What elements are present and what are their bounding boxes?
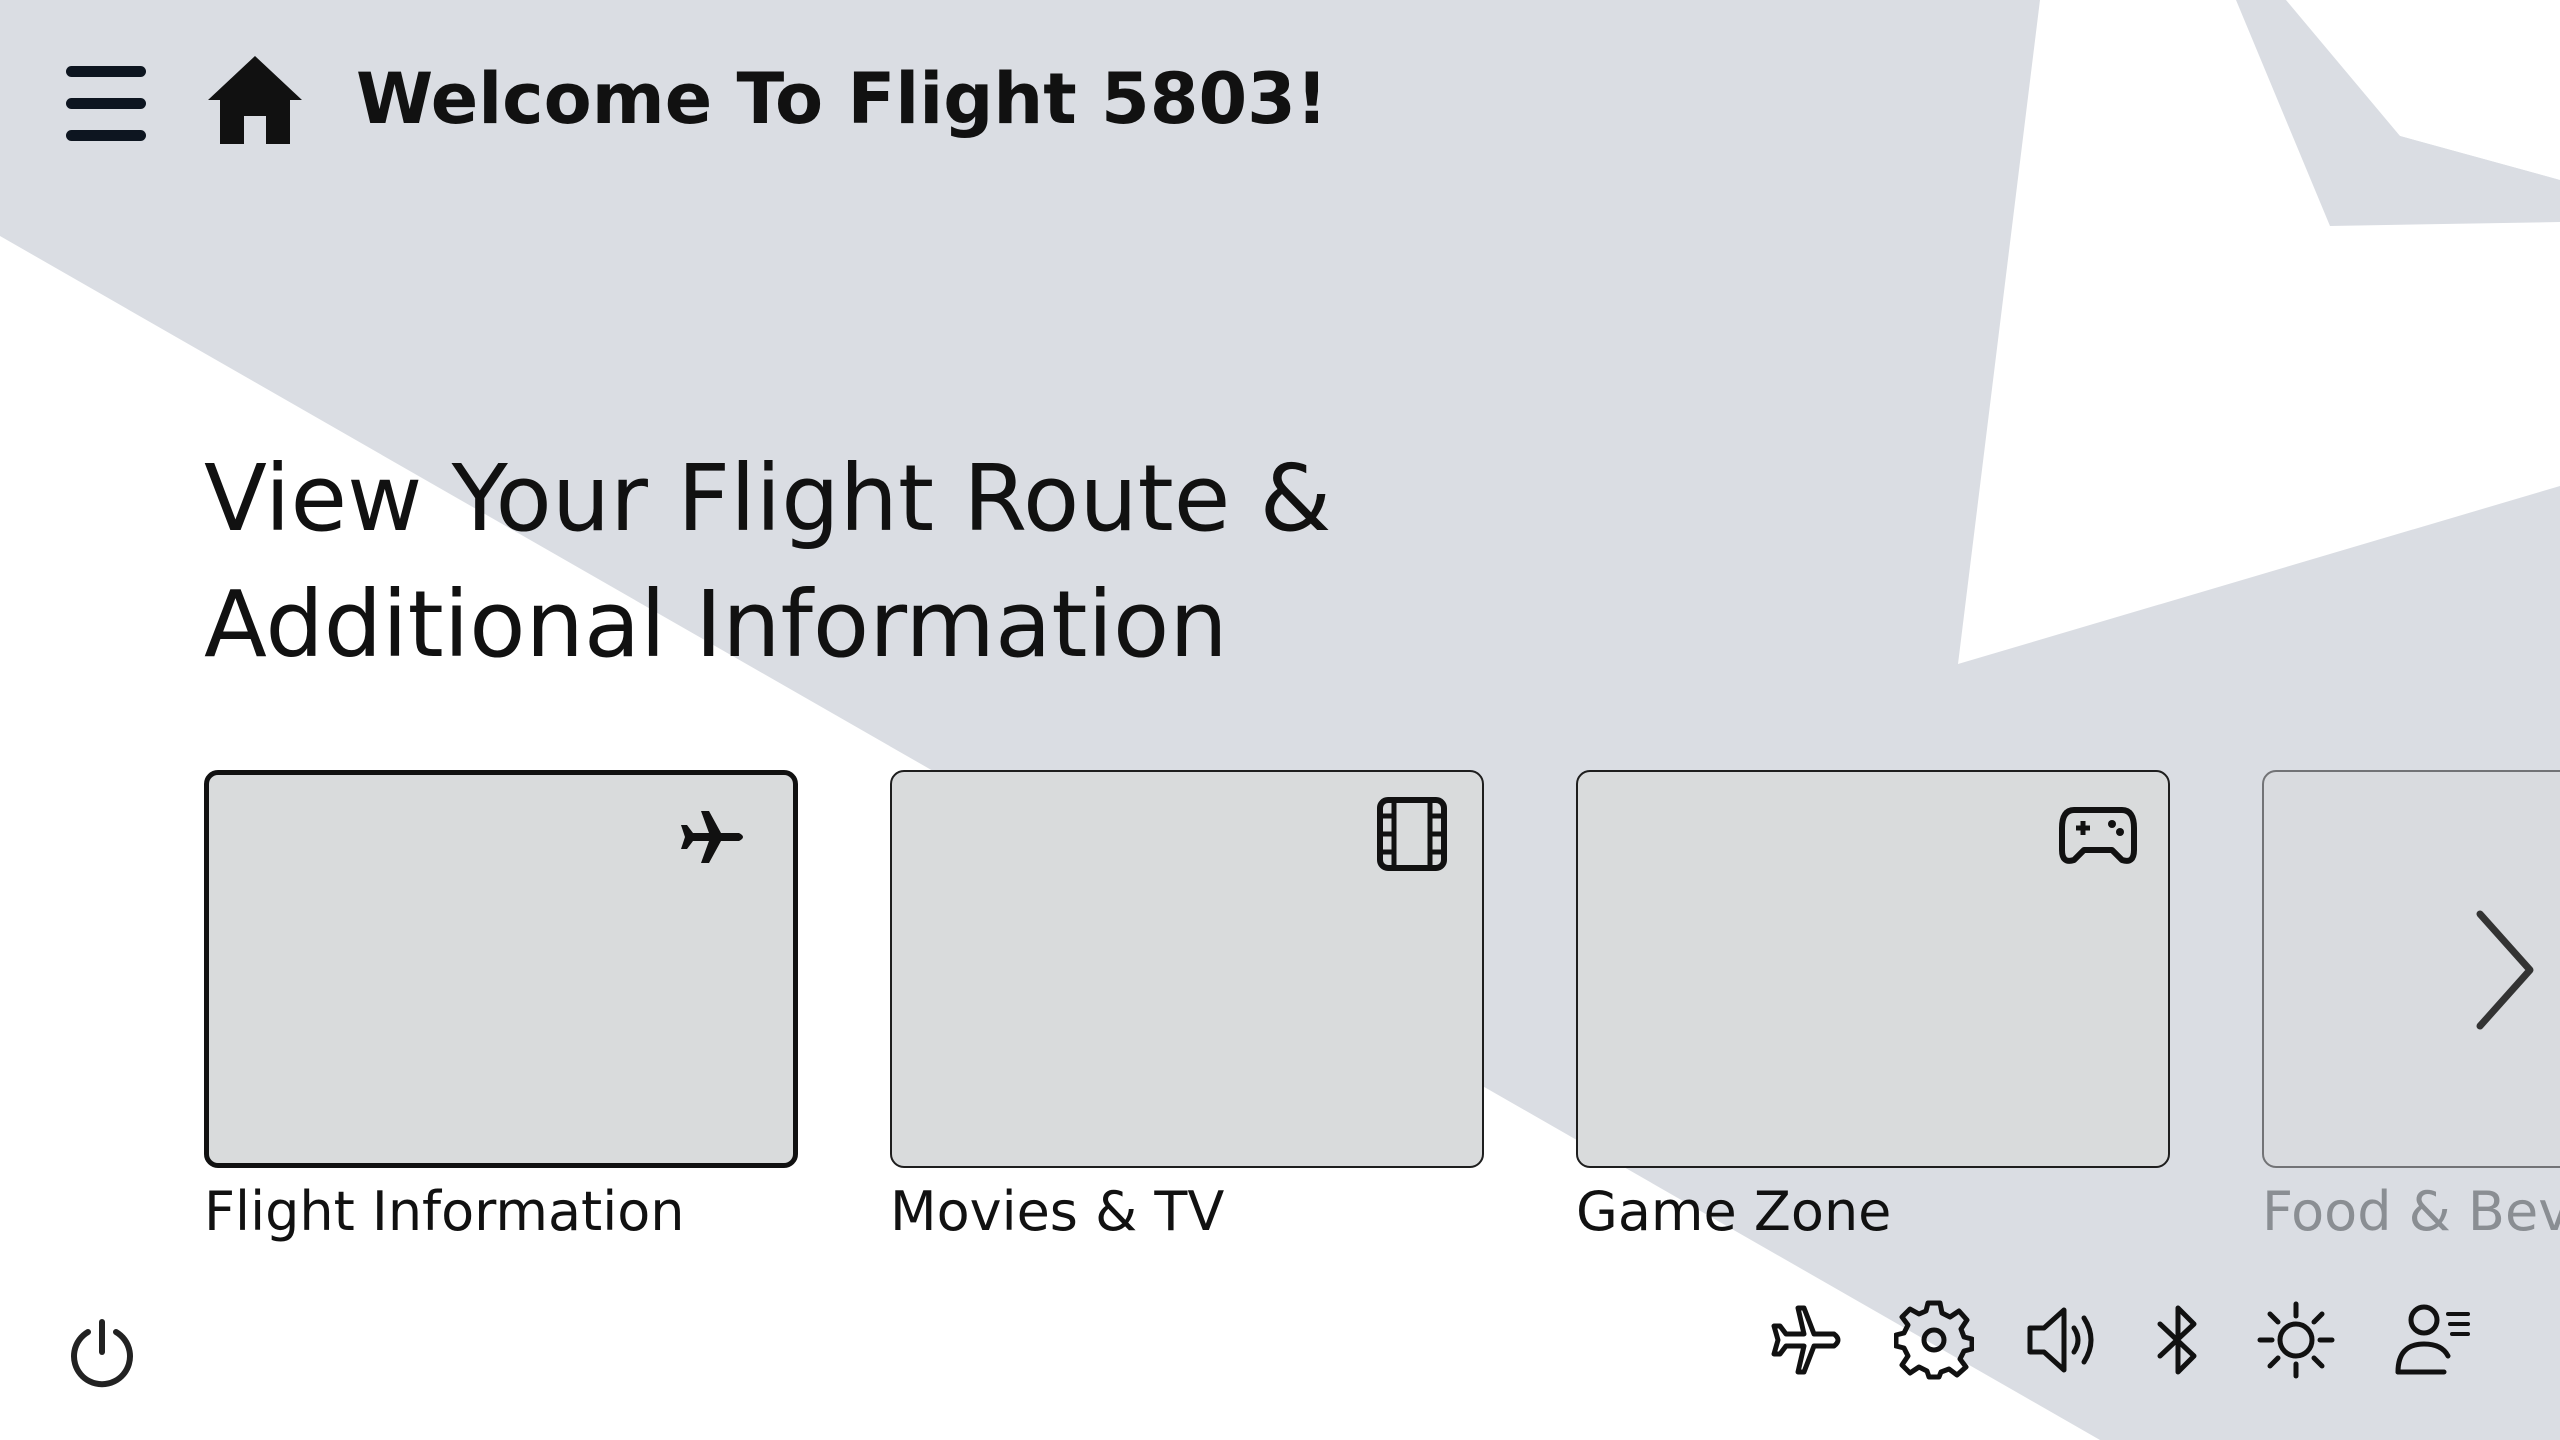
- home-button[interactable]: [202, 52, 308, 148]
- page-title: Welcome To Flight 5803!: [356, 58, 1328, 140]
- menu-icon-bar: [66, 98, 146, 109]
- card-label-flight-information: Flight Information: [204, 1180, 685, 1243]
- film-icon: [1377, 797, 1447, 871]
- volume-icon[interactable]: [2024, 1300, 2104, 1380]
- card-movies-tv[interactable]: [890, 770, 1484, 1168]
- hamburger-menu-button[interactable]: [62, 66, 148, 142]
- hero-heading-line-2: Additional Information: [204, 571, 1228, 678]
- card-label-game-zone: Game Zone: [1576, 1180, 1892, 1243]
- hero-heading: View Your Flight Route & Additional Info…: [204, 436, 1331, 688]
- gamepad-icon: [2059, 807, 2137, 864]
- airplane-mode-icon[interactable]: [1764, 1300, 1844, 1380]
- card-game-zone[interactable]: [1576, 770, 2170, 1168]
- power-icon: [71, 1319, 133, 1388]
- user-settings-icon[interactable]: [2394, 1300, 2474, 1380]
- card-label-food-beverage: Food & Beve: [2262, 1180, 2560, 1243]
- menu-icon-bar: [66, 130, 146, 141]
- home-icon: [208, 56, 302, 144]
- screen: Welcome To Flight 5803! View Your Flight…: [0, 0, 2560, 1440]
- airplane-icon: [681, 811, 743, 863]
- bluetooth-icon[interactable]: [2138, 1300, 2218, 1380]
- carousel-next-button[interactable]: [2460, 900, 2540, 1040]
- power-button[interactable]: [66, 1318, 138, 1390]
- card-flight-information[interactable]: [204, 770, 798, 1168]
- hamburger-menu-icon: [66, 66, 146, 77]
- card-label-movies-tv: Movies & TV: [890, 1180, 1225, 1243]
- chevron-right-icon: [2476, 910, 2534, 1030]
- settings-icon[interactable]: [1894, 1300, 1974, 1380]
- brightness-icon[interactable]: [2256, 1300, 2336, 1380]
- hero-heading-line-1: View Your Flight Route &: [204, 445, 1332, 552]
